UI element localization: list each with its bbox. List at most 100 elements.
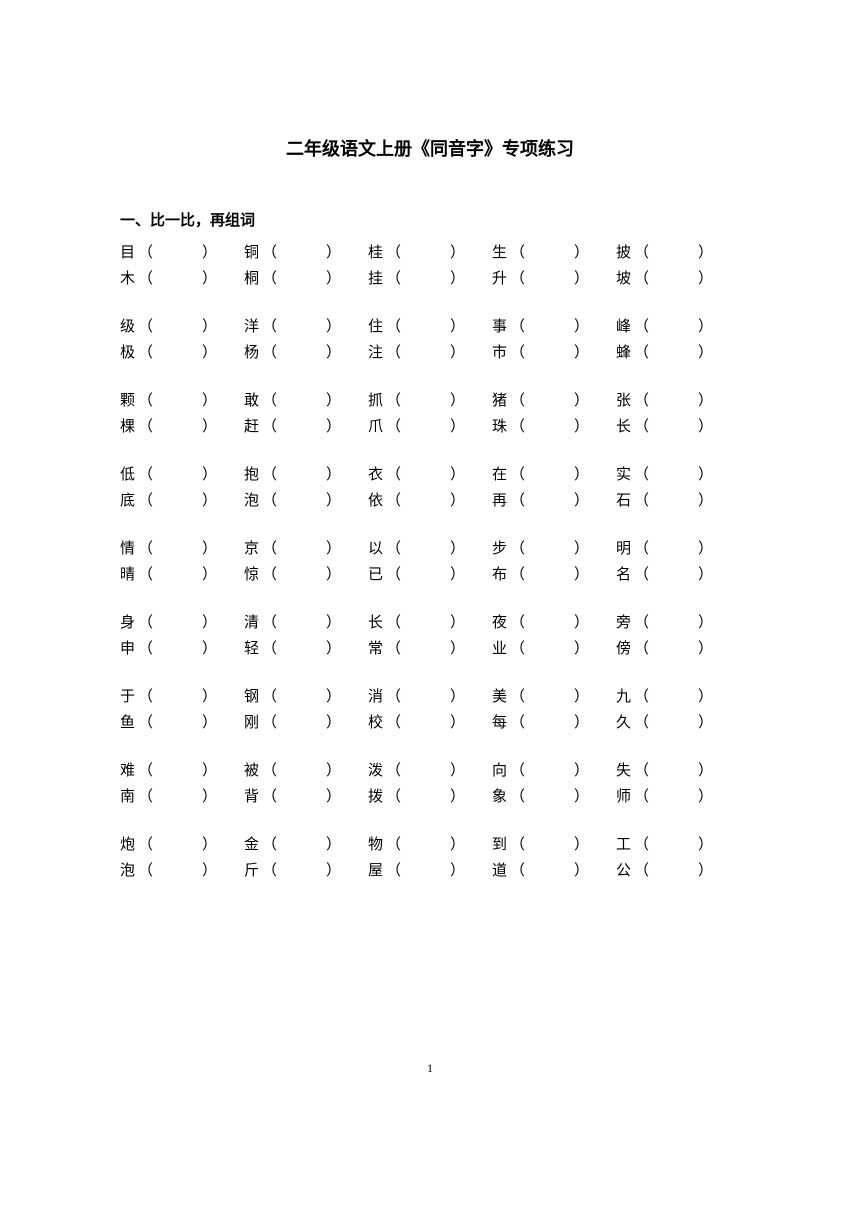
exercise-cell: 再（） xyxy=(492,488,616,514)
exercise-cell: 赶（） xyxy=(244,414,368,440)
blank-paren: （） xyxy=(384,314,466,340)
blank-paren: （） xyxy=(260,758,342,784)
character: 市 xyxy=(492,340,508,366)
exercise-cell: 道（） xyxy=(492,858,616,884)
blank-paren: （） xyxy=(136,858,218,884)
exercise-cell: 泡（） xyxy=(120,858,244,884)
exercise-cell: 屋（） xyxy=(368,858,492,884)
blank-paren: （） xyxy=(384,536,466,562)
character: 于 xyxy=(120,684,136,710)
exercise-cell: 张（） xyxy=(616,388,740,414)
character: 低 xyxy=(120,462,136,488)
exercise-cell: 峰（） xyxy=(616,314,740,340)
character: 抱 xyxy=(244,462,260,488)
blank-paren: （） xyxy=(508,784,590,810)
character: 物 xyxy=(368,832,384,858)
exercise-cell: 申（） xyxy=(120,636,244,662)
character: 长 xyxy=(368,610,384,636)
blank-paren: （） xyxy=(384,858,466,884)
character: 失 xyxy=(616,758,632,784)
exercise-cell: 斤（） xyxy=(244,858,368,884)
blank-paren: （） xyxy=(632,562,714,588)
character: 背 xyxy=(244,784,260,810)
exercise-cell: 久（） xyxy=(616,710,740,736)
exercise-cell: 每（） xyxy=(492,710,616,736)
blank-paren: （） xyxy=(260,710,342,736)
character: 南 xyxy=(120,784,136,810)
exercise-row: 申（）轻（）常（）业（）傍（） xyxy=(120,636,740,662)
character: 蜂 xyxy=(616,340,632,366)
exercise-cell: 美（） xyxy=(492,684,616,710)
exercise-cell: 京（） xyxy=(244,536,368,562)
exercise-row: 炮（）金（）物（）到（）工（） xyxy=(120,832,740,858)
exercise-cell: 刚（） xyxy=(244,710,368,736)
blank-paren: （） xyxy=(260,832,342,858)
blank-paren: （） xyxy=(632,266,714,292)
character: 在 xyxy=(492,462,508,488)
character: 峰 xyxy=(616,314,632,340)
exercise-cell: 旁（） xyxy=(616,610,740,636)
blank-paren: （） xyxy=(260,784,342,810)
blank-paren: （） xyxy=(632,610,714,636)
exercise-cell: 向（） xyxy=(492,758,616,784)
exercise-row: 身（）清 （） 长（）夜（）旁（） xyxy=(120,610,740,636)
blank-paren: （） xyxy=(508,414,590,440)
exercise-cell: 南（） xyxy=(120,784,244,810)
blank-paren: （） xyxy=(508,266,590,292)
character: 猪 xyxy=(492,388,508,414)
exercise-cell: 象（） xyxy=(492,784,616,810)
exercise-cell: 低（） xyxy=(120,462,244,488)
character: 棵 xyxy=(120,414,136,440)
character: 坡 xyxy=(616,266,632,292)
exercise-cell: 轻（） xyxy=(244,636,368,662)
exercise-cell: 金（） xyxy=(244,832,368,858)
exercise-cell: 生（） xyxy=(492,240,616,266)
exercise-cell: 惊（） xyxy=(244,562,368,588)
exercise-cell: 木（） xyxy=(120,266,244,292)
exercise-cell: 夜（） xyxy=(492,610,616,636)
character: 刚 xyxy=(244,710,260,736)
character: 长 xyxy=(616,414,632,440)
exercise-cell: 珠（） xyxy=(492,414,616,440)
blank-paren: （） xyxy=(384,832,466,858)
blank-paren: （） xyxy=(632,340,714,366)
exercise-cell: 颗（） xyxy=(120,388,244,414)
exercise-cell: 目（） xyxy=(120,240,244,266)
exercise-cell: 工（） xyxy=(616,832,740,858)
blank-paren: （） xyxy=(508,462,590,488)
exercise-cell: 身（） xyxy=(120,610,244,636)
page-number: 1 xyxy=(0,1061,860,1076)
character: 铜 xyxy=(244,240,260,266)
blank-paren: （） xyxy=(384,562,466,588)
exercise-cell: 长（） xyxy=(368,610,492,636)
exercise-cell: 情（） xyxy=(120,536,244,562)
character: 夜 xyxy=(492,610,508,636)
exercise-cell: 以（） xyxy=(368,536,492,562)
exercise-cell: 披（） xyxy=(616,240,740,266)
exercise-cell: 泼（） xyxy=(368,758,492,784)
blank-paren: （） xyxy=(632,858,714,884)
blank-paren: （） xyxy=(260,340,342,366)
blank-paren: （） xyxy=(632,414,714,440)
blank-paren: （） xyxy=(632,636,714,662)
character: 布 xyxy=(492,562,508,588)
character: 已 xyxy=(368,562,384,588)
exercise-cell: 傍（） xyxy=(616,636,740,662)
character: 清 xyxy=(244,610,260,636)
blank-paren: （） xyxy=(508,858,590,884)
exercise-cell: 被（） xyxy=(244,758,368,784)
character: 工 xyxy=(616,832,632,858)
exercise-cell: 底（） xyxy=(120,488,244,514)
character: 抓 xyxy=(368,388,384,414)
exercise-cell: 公（） xyxy=(616,858,740,884)
exercise-cell: 敢（） xyxy=(244,388,368,414)
blank-paren: （） xyxy=(632,240,714,266)
exercise-cell: 失（） xyxy=(616,758,740,784)
character: 消 xyxy=(368,684,384,710)
blank-paren: （） xyxy=(136,340,218,366)
character: 底 xyxy=(120,488,136,514)
character: 衣 xyxy=(368,462,384,488)
character: 泡 xyxy=(244,488,260,514)
exercise-group: 炮（）金（）物（）到（）工（）泡（）斤（）屋（）道（）公（） xyxy=(120,832,740,884)
character: 师 xyxy=(616,784,632,810)
